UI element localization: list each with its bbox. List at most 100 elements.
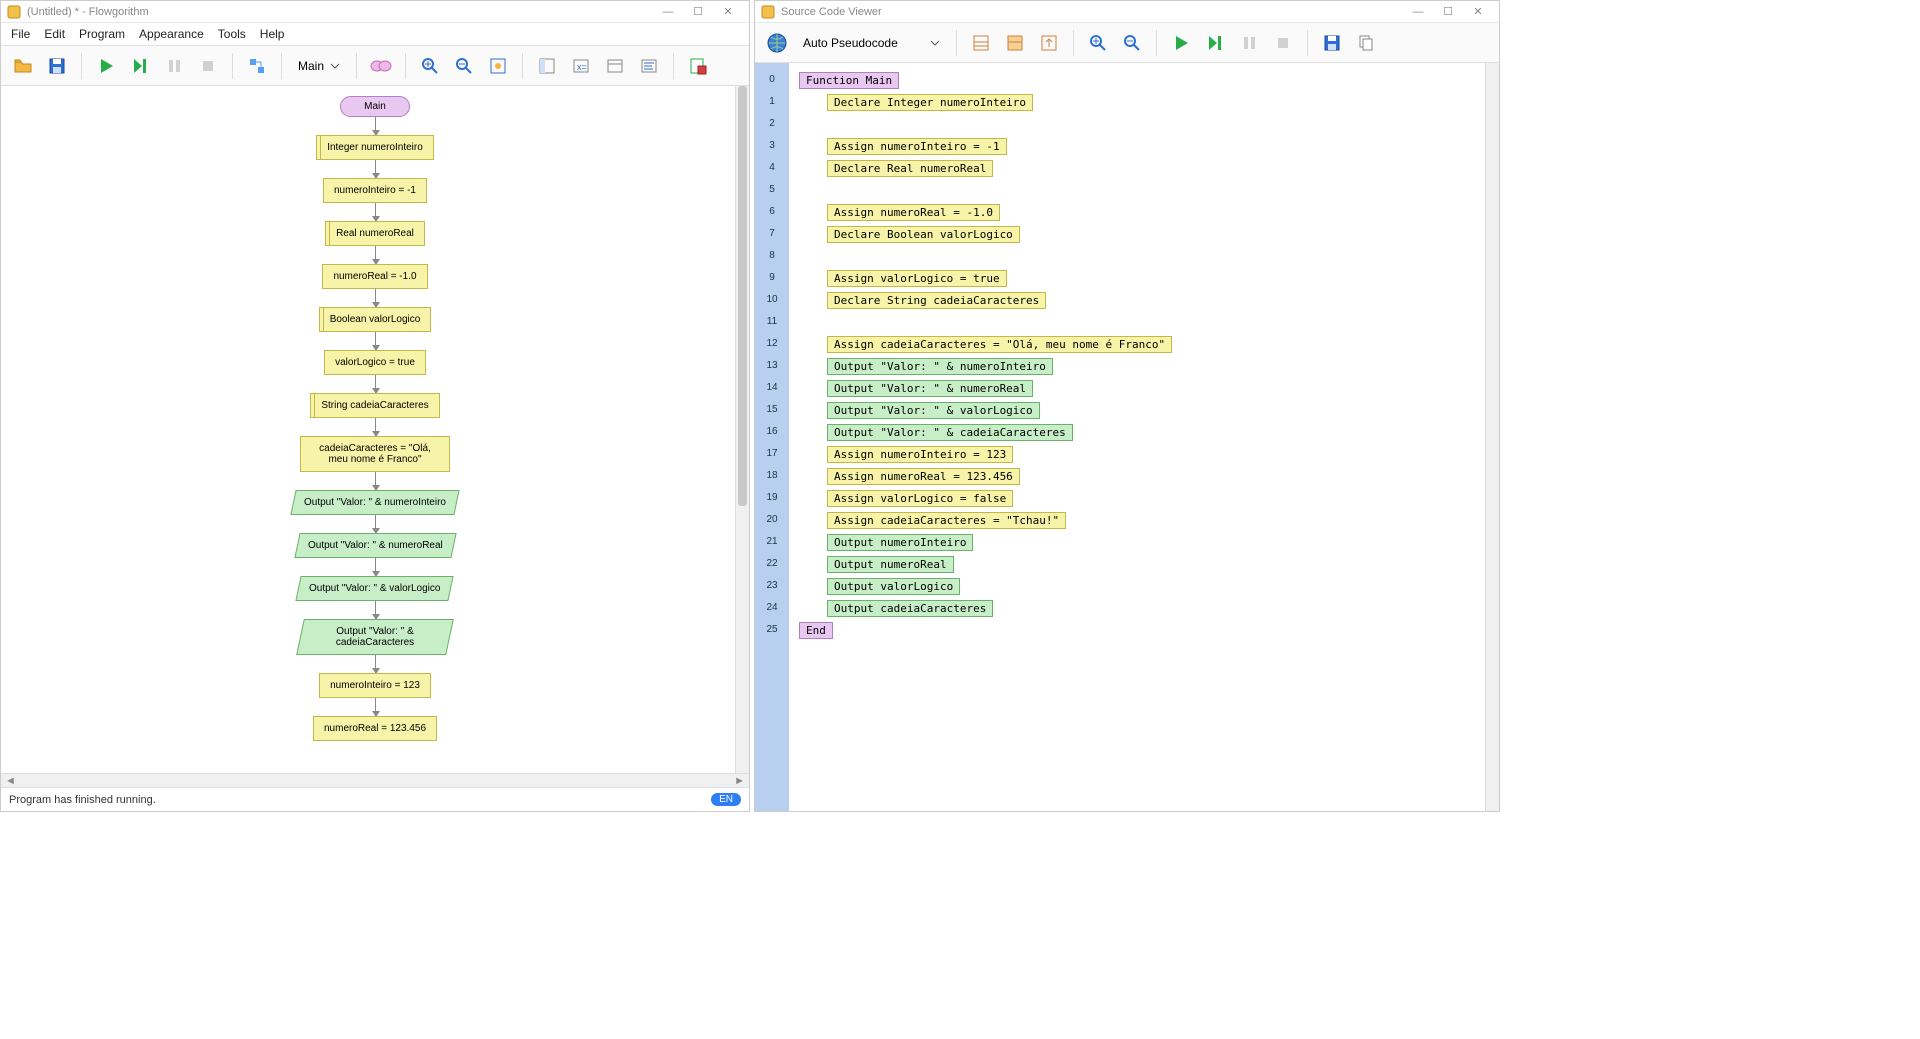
flow-node-assign[interactable]: numeroInteiro = 123 [319,673,431,698]
code-chip[interactable]: Assign valorLogico = true [827,270,1007,287]
console-icon[interactable] [601,52,629,80]
window-title: Source Code Viewer [781,6,882,18]
code-chip[interactable]: Declare Real numeroReal [827,160,993,177]
open-icon[interactable] [9,52,37,80]
code-chip[interactable]: Output "Valor: " & valorLogico [827,402,1040,419]
code-chip[interactable]: Output valorLogico [827,578,960,595]
code-chip[interactable]: Assign numeroInteiro = -1 [827,138,1007,155]
flow-node-decl[interactable]: Real numeroReal [325,221,425,246]
vscrollbar[interactable] [1485,63,1499,811]
code-chip[interactable]: Output numeroInteiro [827,534,973,551]
code-chip[interactable]: Assign numeroReal = 123.456 [827,468,1020,485]
menu-appearance[interactable]: Appearance [139,27,204,41]
view3-icon[interactable] [1035,29,1063,57]
code-chip[interactable]: Output "Valor: " & numeroReal [827,380,1033,397]
view2-icon[interactable] [1001,29,1029,57]
flow-node-assign[interactable]: numeroReal = -1.0 [322,264,427,289]
zoom-out-icon[interactable] [1118,29,1146,57]
add-shape-icon[interactable] [367,52,395,80]
flow-node-assign[interactable]: valorLogico = true [324,350,426,375]
flowchart-canvas[interactable]: Main Integer numeroInteiro numeroInteiro =… [1,86,749,773]
code-chip[interactable]: Assign cadeiaCaracteres = "Tchau!" [827,512,1066,529]
code-chip[interactable]: Assign cadeiaCaracteres = "Olá, meu nome… [827,336,1172,353]
menubar: File Edit Program Appearance Tools Help [1,23,749,46]
menu-help[interactable]: Help [260,27,285,41]
chevron-down-icon [330,61,340,71]
toolbar: Auto Pseudocode [755,23,1499,63]
code-body[interactable]: Function Main Declare Integer numeroIntei… [789,63,1485,811]
code-chip[interactable]: End [799,622,833,639]
flow-node-decl[interactable]: Boolean valorLogico [319,307,432,332]
maximize-button[interactable]: ☐ [1433,5,1463,18]
flow-node-out[interactable]: Output "Valor: " & cadeiaCaracteres [296,619,454,655]
code-area: 0123456789101112131415161718192021222324… [755,63,1499,811]
variable-icon[interactable]: x= [567,52,595,80]
vscrollbar[interactable] [735,86,749,773]
flow-node-assign[interactable]: cadeiaCaracteres = "Olá, meu nome é Fran… [300,436,450,472]
flow-node-term[interactable]: Main [340,96,410,117]
save-icon[interactable] [1318,29,1346,57]
code-chip[interactable]: Output cadeiaCaracteres [827,600,993,617]
code-chip[interactable]: Function Main [799,72,899,89]
step-icon[interactable] [1201,29,1229,57]
code-chip[interactable]: Declare Boolean valorLogico [827,226,1020,243]
pause-icon[interactable] [160,52,188,80]
minimize-button[interactable]: — [653,6,683,18]
flow-node-out[interactable]: Output "Valor: " & valorLogico [296,576,455,601]
menu-tools[interactable]: Tools [218,27,246,41]
save-icon[interactable] [43,52,71,80]
titlebar: (Untitled) * - Flowgorithm — ☐ ✕ [1,1,749,23]
language-badge[interactable]: EN [711,793,741,806]
code-chip[interactable]: Assign valorLogico = false [827,490,1013,507]
code-chip[interactable]: Output numeroReal [827,556,954,573]
hscrollbar[interactable]: ◄► [1,773,749,787]
flow-node-decl[interactable]: Integer numeroInteiro [316,135,434,160]
panel1-icon[interactable] [533,52,561,80]
statusbar: Program has finished running. EN [1,787,749,811]
flow-node-out[interactable]: Output "Valor: " & numeroReal [294,533,456,558]
run-icon[interactable] [1167,29,1195,57]
language-label: Auto Pseudocode [803,36,898,50]
globe-icon[interactable] [763,29,791,57]
style-icon[interactable] [243,52,271,80]
stop-icon[interactable] [1269,29,1297,57]
copy-icon[interactable] [1352,29,1380,57]
code-chip[interactable]: Declare String cadeiaCaracteres [827,292,1046,309]
flow-node-assign[interactable]: numeroReal = 123.456 [313,716,437,741]
flow-node-out[interactable]: Output "Valor: " & numeroInteiro [290,490,459,515]
flowgorithm-window: (Untitled) * - Flowgorithm — ☐ ✕ File Ed… [0,0,750,812]
stop-icon[interactable] [194,52,222,80]
language-selector[interactable]: Auto Pseudocode [797,34,946,52]
minimize-button[interactable]: — [1403,6,1433,18]
flow-node-assign[interactable]: numeroInteiro = -1 [323,178,427,203]
menu-file[interactable]: File [11,27,30,41]
run-icon[interactable] [92,52,120,80]
step-icon[interactable] [126,52,154,80]
close-button[interactable]: ✕ [713,5,743,18]
zoom-in-icon[interactable] [1084,29,1112,57]
function-selector[interactable]: Main [292,57,346,75]
window-title: (Untitled) * - Flowgorithm [27,6,149,18]
flow-node-decl[interactable]: String cadeiaCaracteres [310,393,439,418]
app-icon [7,5,21,19]
code-chip[interactable]: Output "Valor: " & numeroInteiro [827,358,1053,375]
source-icon[interactable] [635,52,663,80]
close-button[interactable]: ✕ [1463,5,1493,18]
layout-icon[interactable] [484,52,512,80]
titlebar: Source Code Viewer — ☐ ✕ [755,1,1499,23]
zoom-in-icon[interactable] [416,52,444,80]
code-chip[interactable]: Declare Integer numeroInteiro [827,94,1033,111]
menu-program[interactable]: Program [79,27,125,41]
source-viewer-window: Source Code Viewer — ☐ ✕ Auto Pseudocode [754,0,1500,812]
code-chip[interactable]: Assign numeroInteiro = 123 [827,446,1013,463]
status-text: Program has finished running. [9,794,156,806]
toolbar: Main x= [1,46,749,86]
maximize-button[interactable]: ☐ [683,5,713,18]
view1-icon[interactable] [967,29,995,57]
code-chip[interactable]: Assign numeroReal = -1.0 [827,204,1000,221]
export-icon[interactable] [684,52,712,80]
menu-edit[interactable]: Edit [44,27,65,41]
zoom-out-icon[interactable] [450,52,478,80]
code-chip[interactable]: Output "Valor: " & cadeiaCaracteres [827,424,1073,441]
pause-icon[interactable] [1235,29,1263,57]
